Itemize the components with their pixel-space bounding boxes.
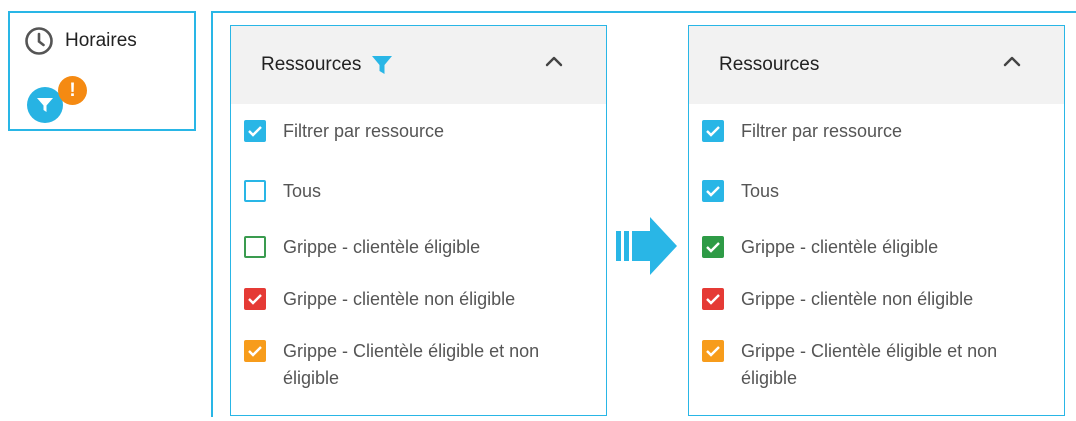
alert-icon: ! [58, 76, 87, 105]
chevron-up-icon[interactable] [1002, 54, 1022, 68]
option-grippe-non-eligible[interactable]: Grippe - clientèle non éligible [244, 288, 515, 313]
option-filtrer-par-ressource[interactable]: Filtrer par ressource [702, 120, 902, 145]
frame-divider-horizontal [211, 11, 1076, 13]
checkbox-checked[interactable] [702, 180, 724, 202]
panel-title: Ressources [719, 54, 820, 75]
option-label: Filtrer par ressource [283, 121, 445, 141]
option-label: Tous [741, 181, 780, 201]
option-label: Tous [283, 181, 322, 201]
checkbox-unchecked[interactable] [244, 236, 266, 258]
option-grippe-eligible-et-non-eligible[interactable]: Grippe - Clientèle éligible et non éligi… [244, 340, 593, 392]
option-label: Filtrer par ressource [741, 121, 903, 141]
arrow-right-icon [616, 217, 677, 275]
option-filtrer-par-ressource[interactable]: Filtrer par ressource [244, 120, 444, 145]
option-grippe-eligible[interactable]: Grippe - clientèle éligible [702, 236, 938, 261]
horaires-label: Horaires [65, 30, 137, 51]
option-grippe-non-eligible[interactable]: Grippe - clientèle non éligible [702, 288, 973, 313]
filter-icon [372, 56, 393, 74]
option-tous[interactable]: Tous [702, 180, 779, 205]
checkbox-checked[interactable] [244, 120, 266, 142]
clock-icon [25, 27, 53, 55]
option-label: Grippe - Clientèle éligible et non éligi… [283, 341, 540, 388]
horaires-item[interactable]: Horaires [24, 26, 137, 56]
option-grippe-eligible-et-non-eligible[interactable]: Grippe - Clientèle éligible et non éligi… [702, 340, 1051, 392]
checkbox-checked[interactable] [244, 340, 266, 362]
checkbox-checked[interactable] [702, 288, 724, 310]
checkbox-checked[interactable] [244, 288, 266, 310]
panel-header[interactable]: Ressources [689, 26, 1064, 104]
checkbox-unchecked[interactable] [244, 180, 266, 202]
option-tous[interactable]: Tous [244, 180, 321, 205]
option-label: Grippe - clientèle éligible [283, 237, 481, 257]
option-label: Grippe - clientèle non éligible [741, 289, 974, 309]
checkbox-checked[interactable] [702, 340, 724, 362]
option-grippe-eligible[interactable]: Grippe - clientèle éligible [244, 236, 480, 261]
schedule-summary-card: Horaires ! [8, 11, 196, 131]
option-label: Grippe - clientèle éligible [741, 237, 939, 257]
alert-badge-text: ! [69, 79, 76, 101]
panel-title: Ressources [261, 54, 362, 75]
option-label: Grippe - clientèle non éligible [283, 289, 516, 309]
filter-icon [37, 98, 53, 112]
panel-header[interactable]: Ressources [231, 26, 606, 104]
checkbox-checked[interactable] [702, 120, 724, 142]
resources-panel-before: Ressources Filtrer par ressource Tous Gr… [230, 25, 607, 416]
option-label: Grippe - Clientèle éligible et non éligi… [741, 341, 998, 388]
chevron-up-icon[interactable] [544, 54, 564, 68]
frame-divider-vertical [211, 11, 213, 417]
checkbox-checked[interactable] [702, 236, 724, 258]
resources-panel-after: Ressources Filtrer par ressource Tous Gr… [688, 25, 1065, 416]
